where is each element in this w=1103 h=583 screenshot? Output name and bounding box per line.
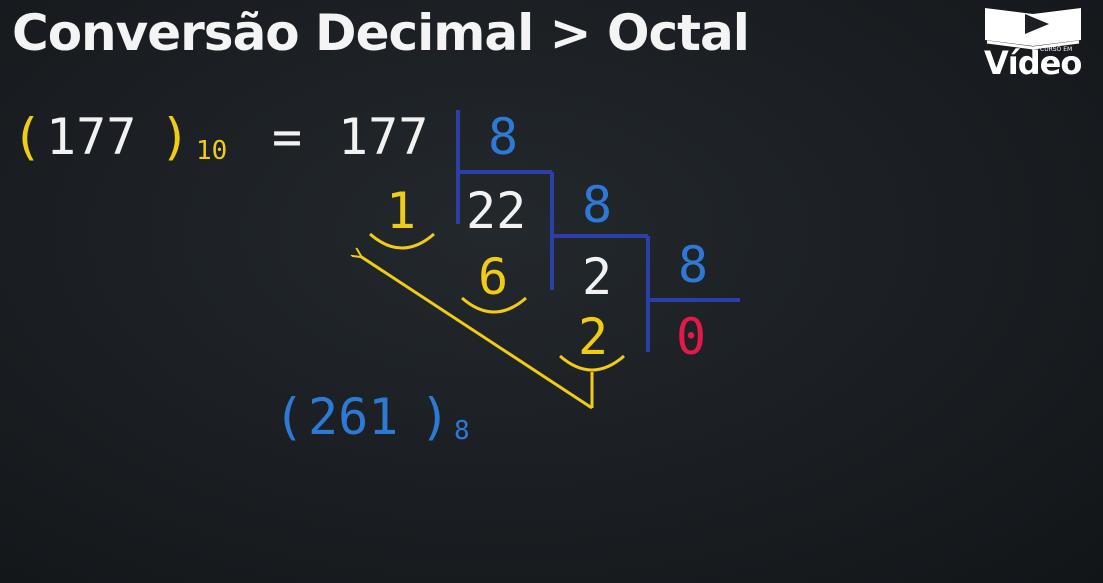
remainder-2-underline: [461, 296, 527, 314]
read-direction-arrow: [360, 256, 593, 410]
division-bracket-1: [456, 110, 552, 224]
remainder-1-underline: [369, 232, 435, 250]
division-bracket-3: [646, 236, 740, 352]
remainder-3-underline: [559, 354, 625, 372]
division-bracket-2: [550, 172, 648, 290]
division-diagram-lines: [0, 110, 740, 410]
